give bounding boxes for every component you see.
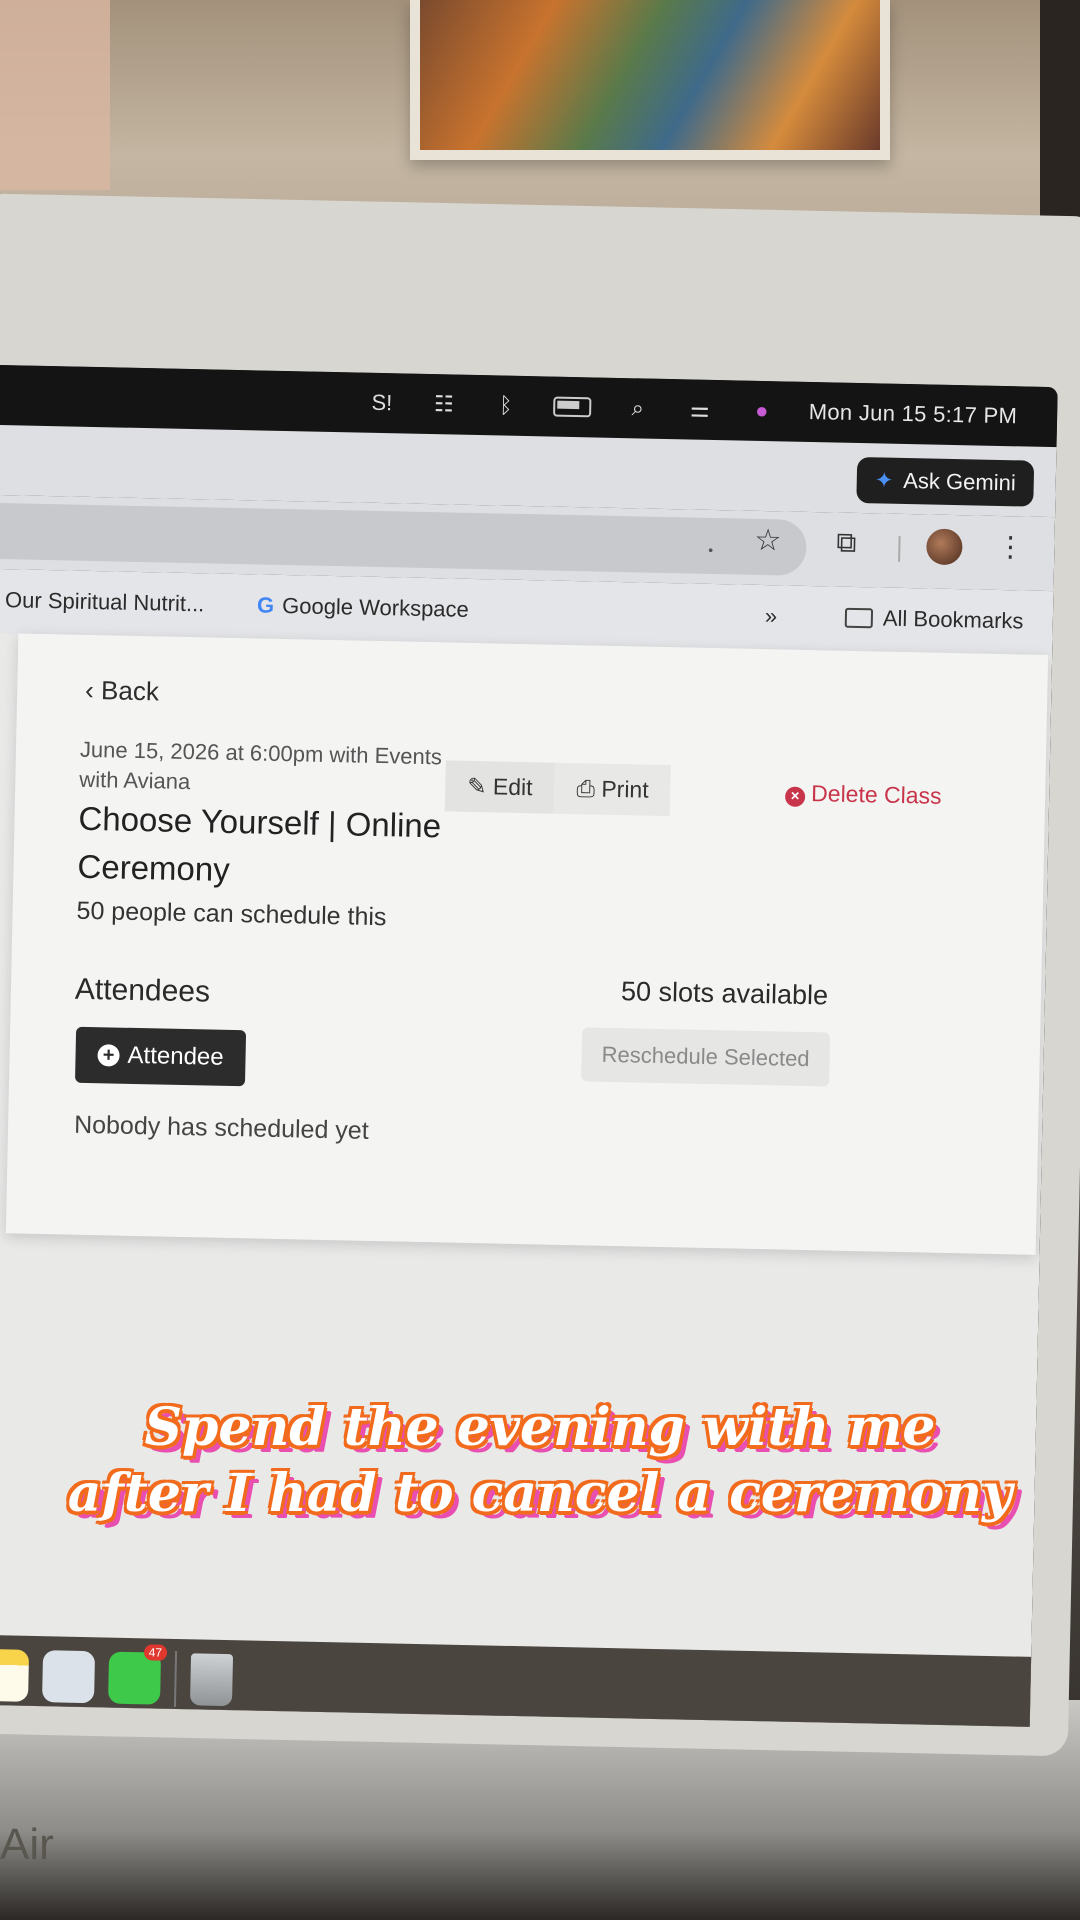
video-caption: Spend the evening with me after I had to… (0, 1395, 1080, 1527)
printer-icon: ⎙ (576, 775, 596, 802)
all-bookmarks-button[interactable]: All Bookmarks (844, 605, 1024, 635)
print-button[interactable]: ⎙ Print (554, 762, 672, 817)
google-logo-icon: G (256, 592, 275, 618)
pencil-icon: ✎ (467, 772, 487, 800)
ask-gemini-button[interactable]: ✦ Ask Gemini (856, 456, 1035, 507)
empty-attendees-text: Nobody has scheduled yet (73, 1110, 369, 1145)
profile-avatar[interactable] (926, 528, 963, 566)
address-bar[interactable]: • (0, 502, 807, 576)
wall-painting (410, 0, 890, 160)
add-attendee-label: Attendee (127, 1041, 224, 1071)
close-circle-icon: × (784, 786, 806, 807)
page-content: ‹ Back June 15, 2026 at 6:00pm with Even… (0, 632, 1053, 1727)
plus-circle-icon: + (97, 1044, 120, 1067)
bookmark-star-icon[interactable]: ☆ (754, 523, 782, 559)
messages-app-icon[interactable]: 47 (107, 1644, 168, 1705)
event-capacity: 50 people can schedule this (76, 896, 387, 932)
caption-line-1: Spend the evening with me (144, 1397, 936, 1458)
grid-menu-icon[interactable]: ☷ (429, 391, 459, 416)
bookmarks-overflow-icon[interactable]: » (765, 603, 778, 629)
back-label: Back (100, 675, 160, 707)
add-attendee-button[interactable]: + Attendee (74, 1026, 247, 1087)
trash-icon[interactable] (189, 1653, 234, 1707)
event-actions: ✎ Edit ⎙ Print (444, 760, 672, 817)
chevron-left-icon: ‹ (84, 674, 95, 706)
delete-class-label: Delete Class (810, 780, 942, 809)
gemini-sparkle-icon: ✦ (874, 467, 894, 493)
folder-icon (844, 607, 874, 629)
event-title: Choose Yourself | Online Ceremony (77, 799, 442, 888)
menubar-clock[interactable]: Mon Jun 15 5:17 PM (809, 399, 1018, 429)
attendees-heading: Attendees (74, 972, 211, 1009)
control-center-icon[interactable]: ⚌ (685, 396, 715, 421)
edit-button[interactable]: ✎ Edit (444, 760, 556, 814)
reschedule-selected-button[interactable]: Reschedule Selected (581, 1027, 831, 1087)
wall-note (0, 0, 110, 190)
address-bar-dot: • (708, 541, 714, 558)
event-detail-card: ‹ Back June 15, 2026 at 6:00pm with Even… (5, 633, 1049, 1255)
ask-gemini-label: Ask Gemini (903, 467, 1017, 496)
caption-line-2: after I had to cancel a ceremony (67, 1463, 1013, 1524)
spotlight-search-icon[interactable]: ⌕ (623, 395, 653, 420)
event-meta: June 15, 2026 at 6:00pm with Events with… (79, 736, 443, 795)
extensions-puzzle-icon[interactable]: ⧉ (836, 527, 857, 560)
edit-label: Edit (492, 773, 533, 801)
battery-icon[interactable] (552, 396, 592, 418)
slots-available: 50 slots available (620, 976, 829, 1011)
notes-app-icon[interactable] (0, 1648, 30, 1702)
browser-menu-icon[interactable]: ⋮ (996, 530, 1025, 564)
print-label: Print (601, 775, 649, 803)
siri-icon[interactable]: ● (747, 398, 777, 423)
bookmark-google-workspace-label: Google Workspace (281, 592, 470, 622)
bookmark-google-workspace[interactable]: G Google Workspace (257, 592, 469, 622)
toolbar-divider (898, 535, 901, 562)
bookmark-our-spiritual-nutrition[interactable]: Our Spiritual Nutrit... (5, 587, 205, 617)
preview-app-icon[interactable] (42, 1650, 96, 1704)
bluetooth-icon[interactable]: ᛒ (491, 392, 521, 417)
delete-class-button[interactable]: × Delete Class (784, 780, 942, 810)
all-bookmarks-label: All Bookmarks (882, 605, 1024, 634)
laptop-model-label: Air (0, 1820, 54, 1869)
dock-divider (173, 1650, 178, 1707)
back-link[interactable]: ‹ Back (85, 675, 159, 708)
app-status-icon[interactable]: S! (367, 390, 397, 415)
door-edge (1040, 0, 1080, 240)
messages-badge: 47 (143, 1644, 168, 1661)
